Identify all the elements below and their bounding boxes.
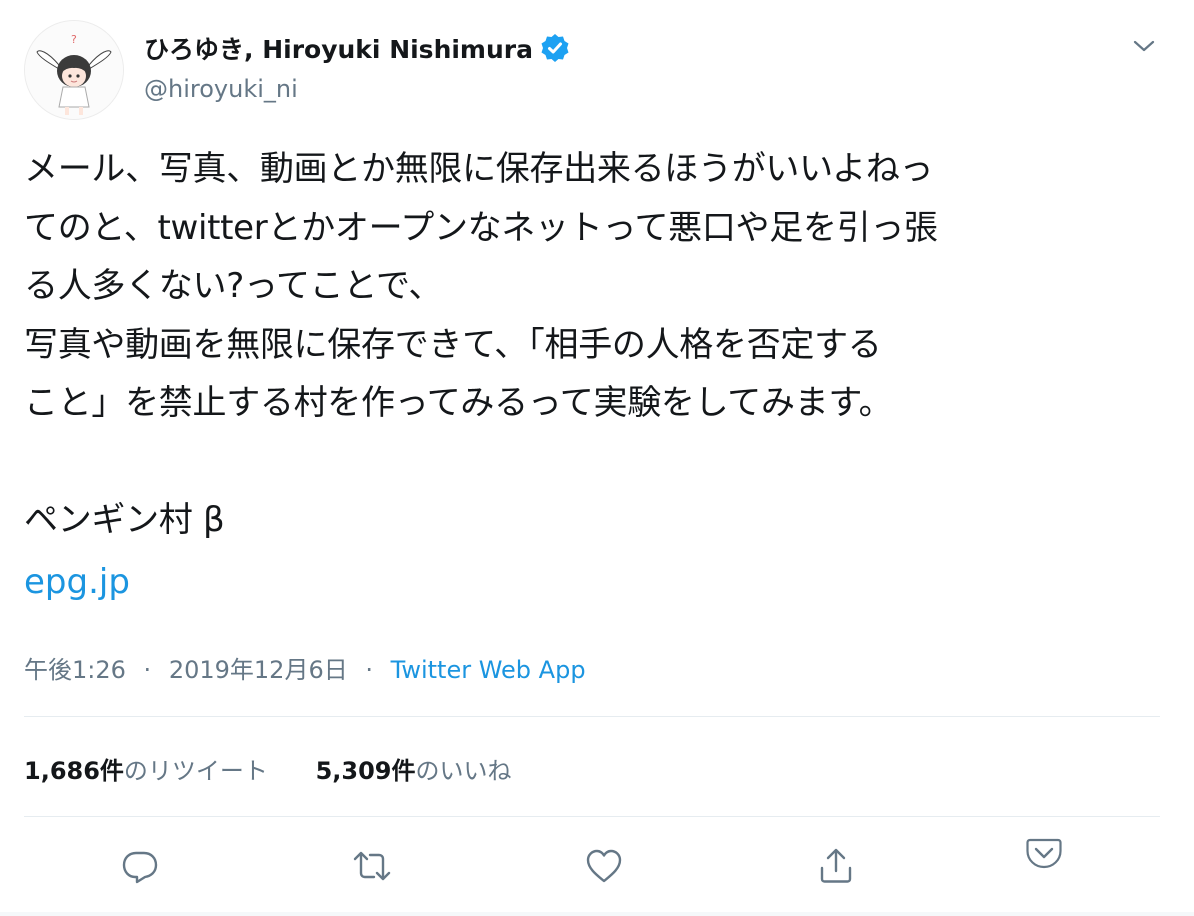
retweet-icon xyxy=(353,851,391,881)
meta-separator: · xyxy=(143,656,152,684)
pocket-icon xyxy=(1026,838,1062,869)
pocket-button[interactable] xyxy=(1022,832,1066,876)
like-count-label: のいいね xyxy=(415,757,512,785)
tweet-source-app[interactable]: Twitter Web App xyxy=(391,656,586,684)
tweet-date[interactable]: 2019年12月6日 xyxy=(169,656,348,684)
reply-button[interactable] xyxy=(118,844,162,888)
retweet-count-link[interactable]: 1,686件のリツイート xyxy=(24,751,268,786)
chevron-down-icon[interactable] xyxy=(1128,30,1160,62)
heart-icon xyxy=(586,849,622,883)
reply-icon xyxy=(122,851,158,884)
tweet-card: ? ひろゆき, Hiroyuki Nishimura @hiroyuki_ni xyxy=(0,0,1194,916)
retweet-count: 1,686件 xyxy=(24,757,124,785)
verified-badge-icon xyxy=(539,32,571,64)
tweet-time[interactable]: 午後1:26 xyxy=(24,656,126,684)
tweet-actions xyxy=(0,838,1194,900)
tweet-meta: 午後1:26 · 2019年12月6日 · Twitter Web App xyxy=(24,650,586,685)
tweet-text: メール、写真、動画とか無限に保存出来るほうがいいよねっ てのと、twitterと… xyxy=(24,149,938,540)
tweet-stats: 1,686件のリツイート 5,309件のいいね xyxy=(24,751,551,786)
bottom-rule xyxy=(0,912,1194,916)
divider xyxy=(24,816,1160,817)
avatar[interactable]: ? xyxy=(24,20,124,120)
svg-text:?: ? xyxy=(71,33,77,46)
display-name-text[interactable]: ひろゆき, Hiroyuki Nishimura xyxy=(144,30,533,66)
display-name[interactable]: ひろゆき, Hiroyuki Nishimura xyxy=(144,30,571,66)
retweet-button[interactable] xyxy=(350,844,394,888)
retweet-count-label: のリツイート xyxy=(123,757,268,785)
like-count: 5,309件 xyxy=(315,757,416,785)
user-handle[interactable]: @hiroyuki_ni xyxy=(144,75,298,103)
meta-separator: · xyxy=(365,656,373,684)
like-button[interactable] xyxy=(582,844,626,888)
tweet-link[interactable]: epg.jp xyxy=(24,562,130,602)
like-count-link[interactable]: 5,309件のいいね xyxy=(316,751,512,786)
avatar-bunny-girl-icon: ? xyxy=(25,21,123,119)
divider xyxy=(24,716,1160,717)
share-icon xyxy=(820,848,852,883)
share-button[interactable] xyxy=(814,844,858,888)
